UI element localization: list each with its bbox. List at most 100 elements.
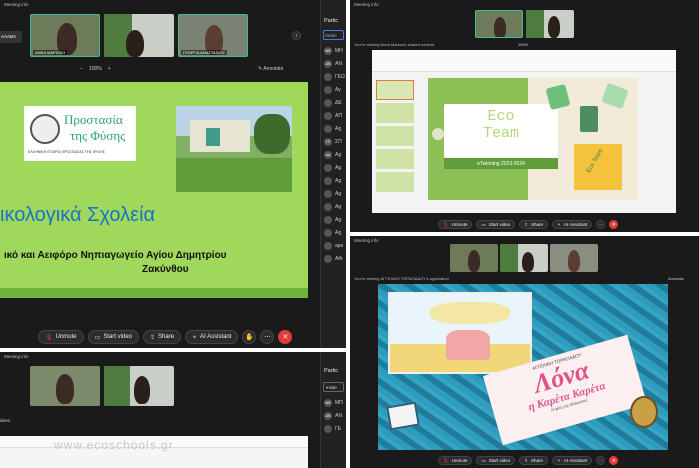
avatar [324,163,332,172]
meeting-info-bar[interactable]: Meeting info [0,352,33,361]
invite-button[interactable]: Invite [323,382,344,392]
participants-panel: Partic Searc MB ΜΗ AN ΑΝ ΓΕΩ Αγ ΔΕ ΑΠ Ag ΣΠ ΣΠ AA Ag… [320,0,346,348]
participant-row[interactable]: ape [321,239,346,252]
participant-row[interactable]: Ag [321,187,346,200]
participant-row[interactable]: ΑΠ [321,109,346,122]
participant-row[interactable]: Αγ [321,83,346,96]
presentation-app: Eco Team eTwinning 2023-2024 Eco Team [372,50,676,213]
avatar: MB [324,398,332,407]
eco-title-line-2: Team [482,125,519,142]
participant-name: ape [335,242,344,249]
meeting-info-bar[interactable]: Meeting info [350,236,383,245]
participant-video-2[interactable] [104,14,174,57]
watermark-text: www.ecoschools.gr [54,438,174,452]
participant-row[interactable]: Ath [321,252,346,265]
participant-video-2[interactable] [500,244,548,272]
start-video-button[interactable]: ▭ Start video [476,456,516,465]
participant-video-1[interactable] [450,244,498,272]
participant-row[interactable]: Ag [321,213,346,226]
participant-name: Ag [335,216,342,223]
more-button[interactable]: ⋯ [596,456,606,465]
ai-assistant-button[interactable]: ✦ AI Assistant [185,330,239,344]
avatar [324,215,332,224]
participant-row[interactable]: ΣΠ ΣΠ [321,135,346,148]
participant-video-1[interactable]: ΑΝΝΑ ΜΑΡΙΟΣΗ [30,14,100,57]
slide-heading: ικολογικά Σχολεία [0,204,156,226]
mic-off-icon: 🎙 [45,334,53,341]
participant-row[interactable]: Ag [321,122,346,135]
leave-button[interactable]: ✕ [278,330,293,344]
annotate-button[interactable]: ✎ Annotate [258,66,283,72]
avatar [324,241,332,250]
more-button[interactable]: ⋯ [260,330,275,344]
ai-assistant-button[interactable]: ✦ AI Assistant [552,220,593,229]
meeting-window-main: Meeting info ΑΛΑΒΑ ΑΝΝΑ ΜΑΡΙΟΣΗ ΓΕΩΡΓΙΑ … [0,0,346,348]
more-icon: ⋯ [263,334,271,341]
participant-video-2[interactable] [104,366,174,406]
participant-video-1[interactable] [475,10,523,38]
school-photo [176,106,292,192]
slide-subtitle-2: Ζακύνθου [142,264,189,275]
participants-search[interactable]: Searc [323,30,344,40]
unmute-button[interactable]: 🎙 Unmute [438,456,473,465]
avatar: ΣΠ [324,137,332,146]
participants-title: Partic [324,368,339,374]
share-icon: ⇪ [524,221,529,227]
participant-row[interactable]: Ag [321,174,346,187]
participant-row[interactable]: Ag [321,161,346,174]
participant-row[interactable]: MB ΜΠ [321,396,346,409]
share-button[interactable]: ⇪ Share [519,220,549,229]
share-button[interactable]: ⇪ Share [519,456,549,465]
hand-icon: ✋ [245,334,254,341]
avatar [324,72,332,81]
ai-assistant-button[interactable]: ✦ AI Assistant [552,456,593,465]
zoom-value: 100% [518,42,529,47]
share-button[interactable]: ⇪ Share [143,330,182,344]
leave-button[interactable]: ✕ [609,220,619,229]
pencil-icon: ✎ [258,66,263,72]
participant-video-3[interactable] [550,244,598,272]
more-button[interactable]: ⋯ [596,220,606,229]
share-status-label: You're viewing Anna Mariosi's shared con… [354,42,435,47]
start-video-button[interactable]: ▭ Start video [476,220,516,229]
meeting-info-label: Meeting info [354,238,379,243]
annotate-button[interactable]: Annotate [668,276,684,281]
zoom-in-button[interactable]: + [108,66,111,72]
participant-row[interactable]: Ag [321,200,346,213]
camera-icon: ▭ [94,334,101,341]
close-icon: ✕ [611,457,616,464]
slide-thumbnails [376,80,414,208]
meeting-info-bar[interactable]: Meeting info [0,0,33,9]
participant-row[interactable]: Ag [321,226,346,239]
start-video-button[interactable]: ▭ Start video [87,330,139,344]
participant-name: ΓΕ [335,425,342,432]
avatar [324,98,332,107]
participant-row[interactable]: AN ΑΝ [321,57,346,70]
share-label: ident [0,418,10,423]
meeting-info-label: Meeting info [4,354,29,359]
participant-row[interactable]: MB ΜΗ [321,44,346,57]
participant-row[interactable]: ΔΕ [321,96,346,109]
leave-button[interactable]: ✕ [609,456,619,465]
participant-video-2[interactable] [526,10,574,38]
participant-name: Ag [335,151,342,158]
meeting-info-bar[interactable]: Meeting info [350,0,383,9]
unmute-button[interactable]: 🎙 Unmute [438,220,473,229]
avatar: AA [324,150,332,159]
participant-row[interactable]: ΓΕΩ [321,70,346,83]
participant-row[interactable]: AN ΑΝ [321,409,346,422]
unmute-button[interactable]: 🎙 Unmute [38,330,84,344]
meeting-window-book: Meeting info You're viewing ΑΓΓΕΛΙΚΗ ΤΟΡ… [350,236,699,468]
reactions-button[interactable]: ✋ [242,330,257,344]
participant-video-1[interactable] [30,366,100,406]
next-thumbs-button[interactable]: › [292,31,301,40]
participant-name: Ag [335,190,342,197]
participant-row[interactable]: ΓΕ [321,422,346,435]
app-ribbon [372,50,676,72]
zoom-out-button[interactable]: − [80,66,83,72]
sparkle-icon: ✦ [557,221,561,227]
participant-row[interactable]: AA Ag [321,148,346,161]
participant-video-3[interactable]: ΓΕΩΡΓΙΑ ΑΝΑΣΤΑΣΙΟΥ [178,14,248,57]
camera-icon: ▭ [481,457,486,463]
logo-line-1: Προστασία [64,112,123,127]
